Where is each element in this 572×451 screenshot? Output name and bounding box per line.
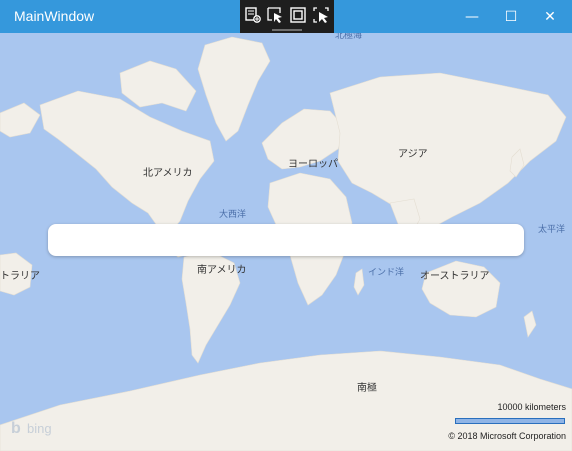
search-input[interactable] [48, 224, 524, 256]
north-america-shape [39, 90, 215, 234]
select-element-icon[interactable] [244, 6, 262, 24]
madagascar-shape [353, 268, 365, 296]
label-arctic-ocean: 北極海 [335, 33, 363, 41]
label-north-america: 北アメリカ [143, 168, 193, 179]
label-europe: ヨーロッパ [288, 159, 338, 170]
maximize-icon: ☐ [504, 8, 518, 25]
label-antarctica: 南極 [357, 383, 377, 394]
close-button[interactable]: ✕ [530, 0, 570, 33]
main-window: MainWindow — ☐ ✕ 北アメリカ ヨーロッパ アジア 大西洋 太平洋… [0, 0, 572, 451]
label-pacific-ocean: 太平洋 [538, 225, 566, 235]
toolbar-grip[interactable] [272, 29, 302, 31]
xaml-debug-toolbar [240, 0, 334, 33]
bing-b-icon: b [11, 420, 21, 437]
close-icon: ✕ [544, 8, 556, 25]
track-focused-element-icon[interactable] [312, 6, 330, 24]
label-asia: アジア [398, 149, 428, 160]
label-atlantic-ocean: 大西洋 [219, 210, 247, 220]
label-south-america: 南アメリカ [197, 265, 247, 276]
label-australia: オーストラリア [420, 271, 490, 282]
greenland-shape [197, 36, 271, 142]
window-title: MainWindow [14, 8, 95, 24]
bing-logo: b bing [11, 420, 59, 438]
scale-bar [455, 418, 565, 424]
pointer-select-icon[interactable] [266, 6, 284, 24]
title-bar[interactable]: MainWindow — ☐ ✕ [0, 0, 572, 33]
asia-shape [329, 72, 567, 230]
display-layout-adorners-icon[interactable] [289, 6, 307, 24]
new-zealand-shape [523, 310, 537, 338]
scale-label: 10000 kilometers [497, 402, 566, 412]
label-australia-left: トラリア [0, 271, 40, 282]
bing-wordmark: bing [27, 421, 52, 436]
minimize-button[interactable]: — [452, 0, 492, 33]
arctic-islands-shape [119, 60, 197, 112]
maximize-button[interactable]: ☐ [491, 0, 531, 33]
minimize-icon: — [465, 8, 479, 25]
copyright-text: © 2018 Microsoft Corporation [448, 431, 566, 441]
label-indian-ocean: インド洋 [368, 268, 405, 278]
far-east-left-shape [0, 102, 41, 138]
map-view[interactable]: 北アメリカ ヨーロッパ アジア 大西洋 太平洋 南アメリカ インド洋 オーストラ… [0, 33, 572, 451]
